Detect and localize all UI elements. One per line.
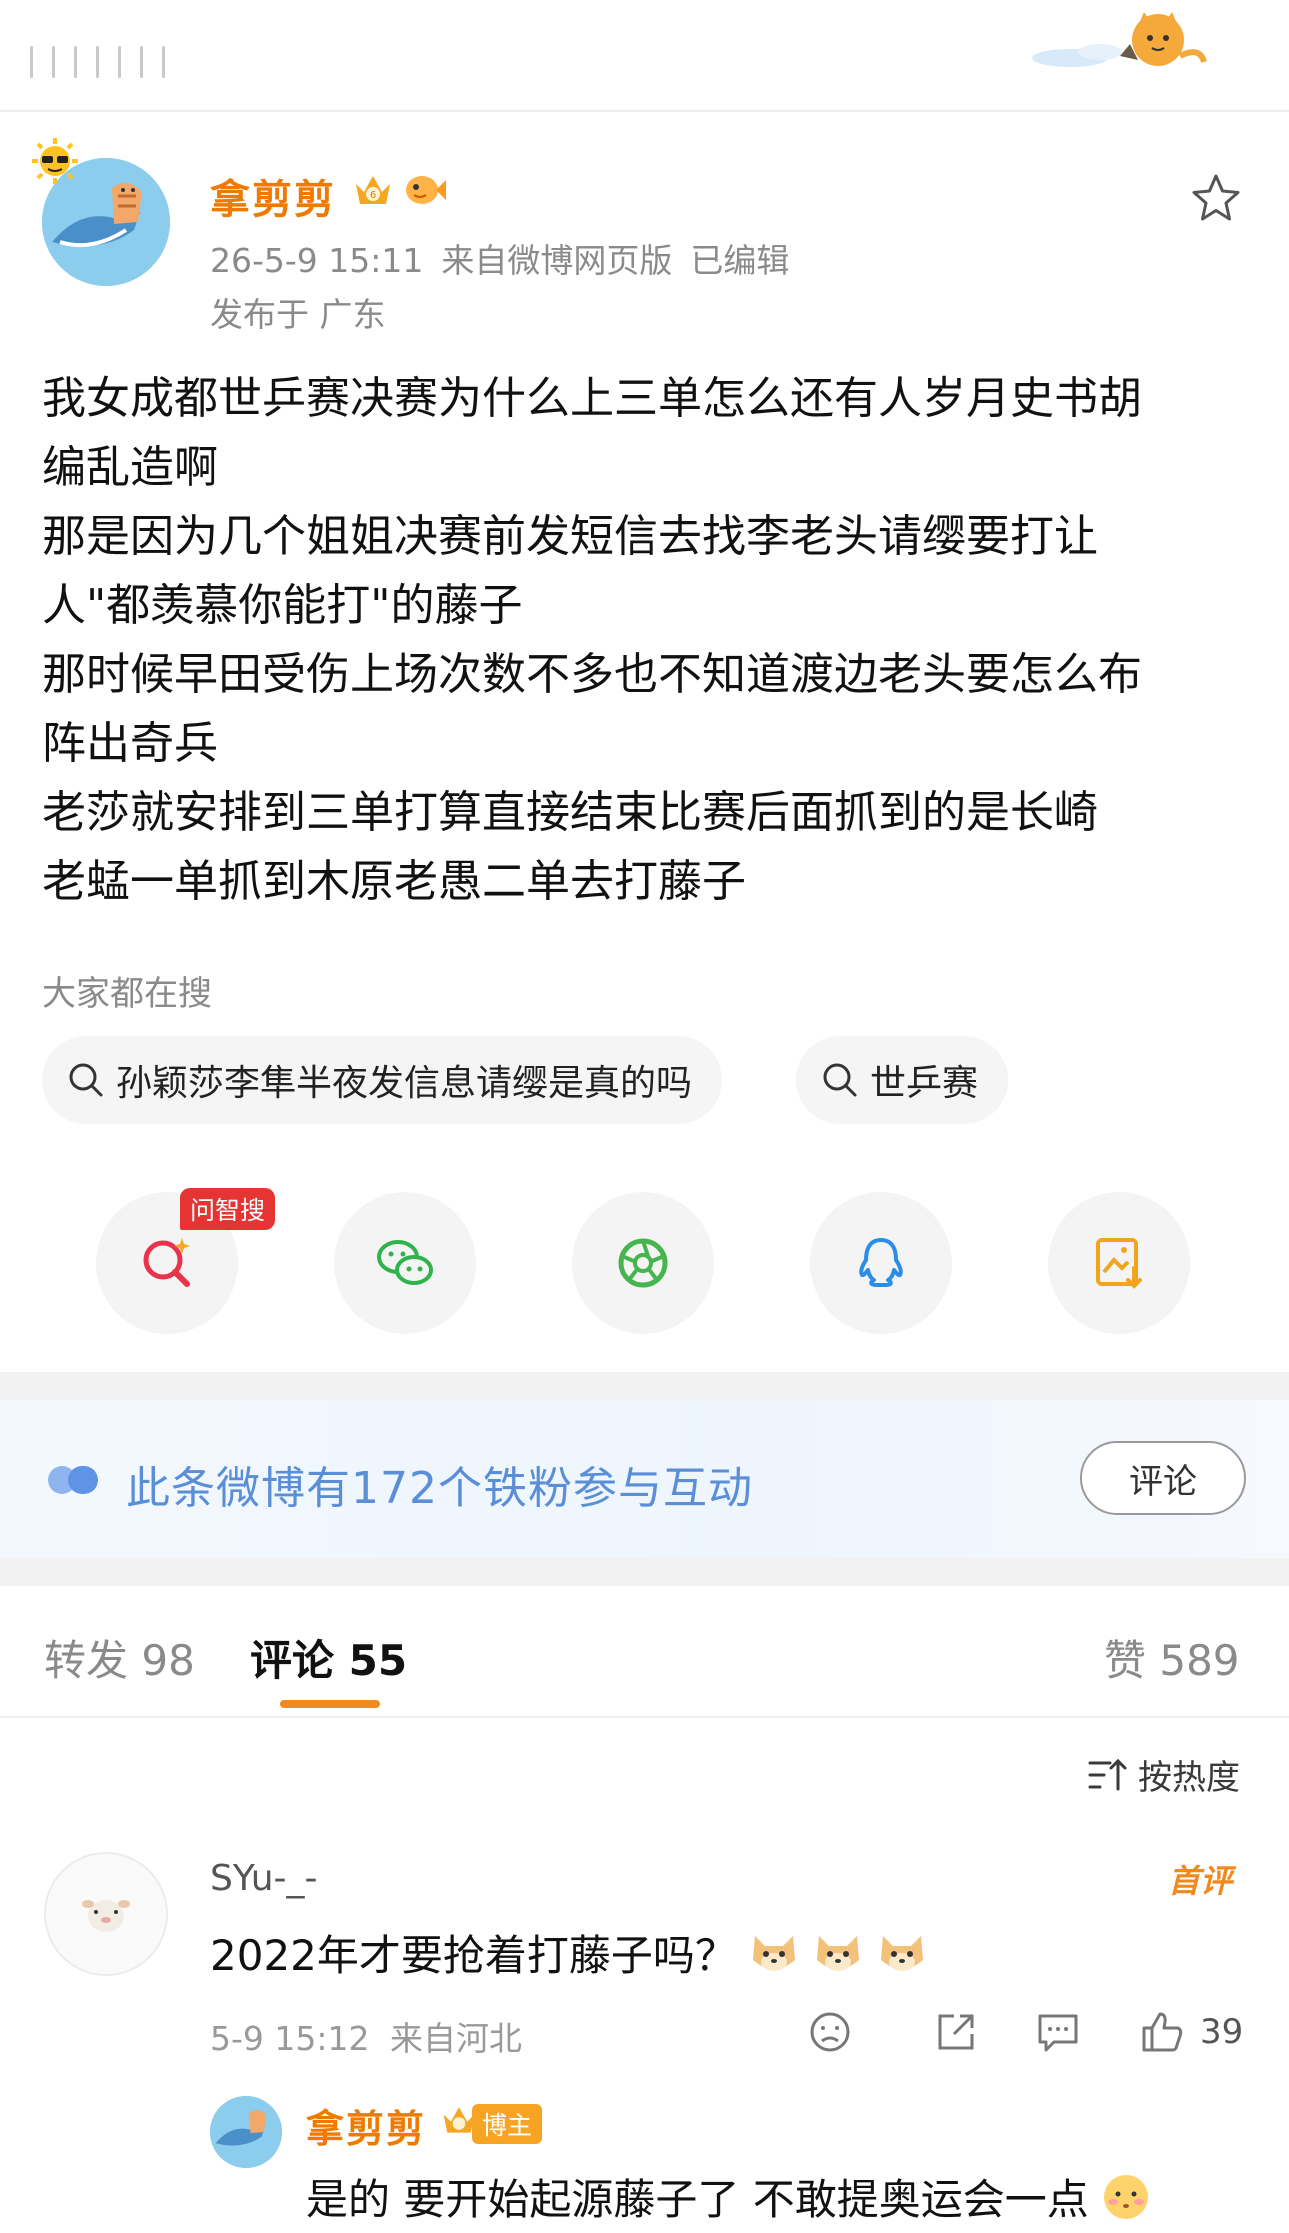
favorite-star-icon[interactable]: [1190, 172, 1242, 224]
reply-author-name[interactable]: 拿剪剪: [306, 2098, 426, 2153]
qq-icon: [859, 1238, 903, 1287]
content-line: 那是因为几个姐姐决赛前发短信去找李老头请缨要打让: [42, 511, 1098, 562]
fan-badge-icon: [406, 176, 446, 204]
reply-text: 是的 要开始起源藤子了 不敢提奥运会一点: [306, 2166, 1153, 2227]
tab-comment[interactable]: 评论 55: [250, 1627, 407, 1688]
tab-like[interactable]: 赞 589: [1104, 1627, 1240, 1688]
post-edited[interactable]: 已编辑: [690, 241, 789, 280]
comment-location: 来自河北: [390, 2019, 522, 2058]
search-ai-icon: [143, 1238, 190, 1287]
sunglasses-sun-icon: [32, 138, 78, 184]
top-bar: [0, 0, 1289, 112]
share-wechat-button[interactable]: [334, 1192, 476, 1334]
reply-text-body: 是的 要开始起源藤子了 不敢提奥运会一点: [306, 2175, 1089, 2224]
post-time: 26-5-9 15:11: [210, 241, 424, 280]
comment-meta: 5-9 15:12 来自河北: [210, 2012, 522, 2060]
reply-icon[interactable]: [1036, 2010, 1080, 2054]
blush-emoji-icon: [1103, 2174, 1148, 2219]
doge-emoji-icon: [816, 1935, 859, 1971]
fans-interaction-text: 此条微博有172个铁粉参与互动: [126, 1463, 753, 1514]
mascot-illustration: [1032, 12, 1207, 67]
search-icon: [69, 1063, 103, 1097]
sort-label: 按热度: [1138, 1758, 1240, 1798]
search-suggestion-label: 世乒赛: [870, 1063, 979, 1104]
like-icon[interactable]: [1140, 2010, 1184, 2054]
reply-author-avatar[interactable]: [210, 2096, 282, 2168]
content-line: 那时候早田受伤上场次数不多也不知道渡边老头要怎么布: [42, 649, 1142, 700]
save-image-icon: [1096, 1238, 1142, 1289]
wechat-icon: [377, 1240, 433, 1285]
tab-repost[interactable]: 转发 98: [44, 1627, 195, 1688]
comment-time: 5-9 15:12: [210, 2019, 370, 2058]
trending-search-title: 大家都在搜: [42, 974, 212, 1014]
save-image-button[interactable]: [1048, 1192, 1190, 1334]
commenter-avatar[interactable]: [44, 1852, 168, 1976]
doge-emoji-icon: [752, 1935, 795, 1971]
svg-text:6: 6: [370, 190, 376, 201]
first-comment-badge: 首评: [1168, 1862, 1233, 1900]
search-icon: [823, 1063, 857, 1097]
content-line: 编乱造啊: [42, 442, 218, 493]
search-suggestion[interactable]: 世乒赛: [796, 1036, 1009, 1124]
comment-text: 2022年才要抢着打藤子吗？: [210, 1922, 929, 1983]
doge-emoji-icon: [880, 1935, 923, 1971]
commenter-name[interactable]: SYu-_-: [210, 1858, 318, 1899]
section-divider: [0, 1558, 1289, 1586]
share-qq-button[interactable]: [810, 1192, 952, 1334]
post-meta: 26-5-9 15:11 来自微博网页版 已编辑: [210, 234, 807, 282]
sort-by-hot-button[interactable]: 按热度: [1088, 1750, 1240, 1799]
section-divider: [0, 1372, 1289, 1400]
content-line: 人"都羡慕你能打"的藤子: [42, 580, 523, 631]
post-source: 来自微博网页版: [441, 241, 673, 280]
ask-tag-badge: 问智搜: [180, 1188, 276, 1230]
search-suggestion[interactable]: 孙颖莎李隼半夜发信息请缨是真的吗: [42, 1036, 723, 1124]
content-line: 阵出奇兵: [42, 718, 218, 769]
share-icon[interactable]: [934, 2010, 978, 2054]
blogger-badge: 博主: [472, 2104, 543, 2144]
content-line: 老蜢一单抓到木原老愚二单去打藤子: [42, 856, 746, 907]
dislike-icon[interactable]: [808, 2010, 852, 2054]
back-icon[interactable]: [30, 46, 170, 80]
sort-icon: [1088, 1758, 1127, 1790]
author-name[interactable]: 拿剪剪: [210, 167, 336, 225]
fans-interaction-icon: [48, 1466, 98, 1494]
post-location: 发布于 广东: [210, 295, 386, 334]
active-tab-indicator: [280, 1700, 380, 1708]
post-content: 我女成都世乒赛决赛为什么上三单怎么还有人岁月史书胡 编乱造啊 那是因为几个姐姐决…: [42, 364, 1252, 916]
content-line: 老莎就安排到三单打算直接结束比赛后面抓到的是长崎: [42, 787, 1098, 838]
vip-crown-icon: 6: [356, 176, 390, 204]
comment-text-body: 2022年才要抢着打藤子吗？: [210, 1931, 737, 1980]
search-suggestion-label: 孙颖莎李隼半夜发信息请缨是真的吗: [116, 1063, 693, 1104]
tabs-divider: [0, 1716, 1289, 1718]
content-line: 我女成都世乒赛决赛为什么上三单怎么还有人岁月史书胡: [42, 373, 1142, 424]
fans-comment-button[interactable]: 评论: [1080, 1441, 1246, 1515]
share-moments-button[interactable]: [572, 1192, 714, 1334]
comment-like-count: 39: [1200, 2012, 1244, 2052]
moments-icon: [618, 1238, 668, 1288]
